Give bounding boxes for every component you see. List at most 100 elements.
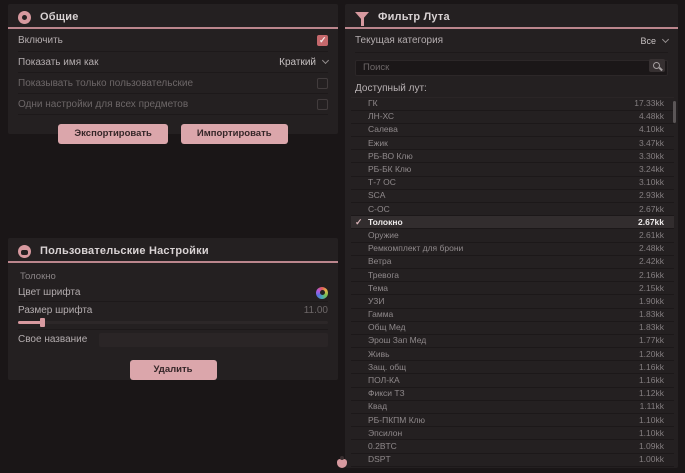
user-badge-icon [18, 245, 31, 258]
font-size-slider[interactable] [18, 319, 328, 327]
loot-item-name: Эрош Зап Мед [368, 334, 639, 347]
filter-panel-header: Фильтр Лута [345, 4, 678, 29]
loot-item-value: 2.48kk [639, 242, 664, 255]
loot-item-value: 4.10kk [639, 123, 664, 136]
loot-item-row[interactable]: Фикси ТЗ1.12kk [351, 388, 674, 401]
name-as-select[interactable]: Краткий [279, 57, 328, 68]
loot-item-row[interactable]: Эпсилон1.10kk [351, 427, 674, 440]
loot-item-row[interactable]: Эрош Зап Мед1.77kk [351, 335, 674, 348]
font-size-value: 11.00 [304, 305, 328, 316]
loot-item-row[interactable]: РБ-БК Клю3.24kk [351, 163, 674, 176]
scrollbar-thumb[interactable] [673, 101, 676, 123]
loot-item-row[interactable]: Защ. общ1.16kk [351, 361, 674, 374]
loot-item-row[interactable]: С-ОС2.67kk [351, 203, 674, 216]
loot-item-name: РБ-ВО Клю [368, 150, 639, 163]
loot-item-row[interactable]: Ремкомплект для брони2.48kk [351, 243, 674, 256]
same-for-all-checkbox[interactable] [317, 99, 328, 110]
loot-item-name: Ремкомплект для брони [368, 242, 639, 255]
selected-item-name: Толокно [20, 271, 326, 282]
loot-item-row[interactable]: DSPT1.00kk [351, 454, 674, 467]
loot-item-row[interactable]: Живь1.20kk [351, 348, 674, 361]
only-custom-checkbox[interactable] [317, 78, 328, 89]
category-select[interactable]: Все [640, 36, 668, 46]
loot-item-name: Толокно [368, 216, 638, 229]
loot-item-name: Живь [368, 348, 639, 361]
same-for-all-label: Одни настройки для всех предметов [18, 99, 188, 110]
loot-item-value: 17.33kk [634, 97, 664, 110]
color-wheel-icon[interactable] [316, 287, 328, 299]
loot-item-row[interactable]: Салева4.10kk [351, 124, 674, 137]
loot-item-row[interactable]: ПОЛ-КА1.16kk [351, 374, 674, 387]
filter-panel-title: Фильтр Лута [378, 11, 450, 23]
loot-item-row[interactable]: SCA2.93kk [351, 190, 674, 203]
loot-item-value: 1.11kk [640, 400, 664, 413]
name-as-row: Показать имя как Краткий [18, 52, 328, 73]
loot-item-row[interactable]: Тема2.15kk [351, 282, 674, 295]
loot-item-value: 1.12kk [639, 387, 664, 400]
general-panel-header: Общие [8, 4, 338, 29]
loot-item-name: Квад [368, 400, 640, 413]
import-button[interactable]: Импортировать [181, 124, 288, 144]
only-custom-row: Показывать только пользовательские [18, 73, 328, 94]
loot-item-value: 1.20kk [639, 348, 664, 361]
loot-item-row[interactable]: РБ-ВО Клю3.30kk [351, 150, 674, 163]
loot-item-row[interactable]: Общ Мед1.83kk [351, 322, 674, 335]
loot-item-value: 2.16kk [639, 269, 664, 282]
category-row: Текущая категория Все [355, 29, 668, 53]
check-icon: ✓ [353, 216, 368, 229]
font-color-row: Цвет шрифта [18, 284, 328, 302]
loot-item-row[interactable]: Гамма1.83kk [351, 309, 674, 322]
loot-item-name: Общ Мед [368, 321, 639, 334]
search-input[interactable] [355, 60, 668, 76]
loot-item-row[interactable]: Тревога2.16kk [351, 269, 674, 282]
loot-item-row[interactable]: ЛН-ХС4.48kk [351, 111, 674, 124]
same-for-all-row: Одни настройки для всех предметов [18, 94, 328, 115]
loot-item-value: 3.24kk [639, 163, 664, 176]
enable-label: Включить [18, 35, 63, 46]
loot-item-name: SCA [368, 189, 639, 202]
loot-item-row[interactable]: ГК17.33kk [351, 98, 674, 111]
loot-item-name: Тема [368, 282, 639, 295]
loot-item-row[interactable]: Квад1.11kk [351, 401, 674, 414]
delete-button[interactable]: Удалить [130, 360, 217, 380]
enable-row: Включить [18, 29, 328, 52]
custom-panel-title: Пользовательские Настройки [40, 245, 209, 257]
loot-item-row[interactable]: Ветра2.42kk [351, 256, 674, 269]
general-settings-panel: Общие Включить Показать имя как Краткий … [8, 4, 338, 134]
export-button[interactable]: Экспортировать [58, 124, 167, 144]
category-value: Все [640, 36, 656, 46]
general-panel-title: Общие [40, 11, 79, 23]
enable-checkbox[interactable] [317, 35, 328, 46]
loot-item-row[interactable]: УЗИ1.90kk [351, 295, 674, 308]
loot-item-value: 1.10kk [639, 427, 664, 440]
loot-item-row[interactable]: Т-7 ОС3.10kk [351, 177, 674, 190]
custom-name-label: Свое название [18, 334, 87, 345]
loot-item-row[interactable]: 0.2BTC1.09kk [351, 440, 674, 453]
loot-item-name: Ветра [368, 255, 639, 268]
loot-item-row[interactable]: РБ-ПКПМ Клю1.10kk [351, 414, 674, 427]
loot-item-value: 2.61kk [639, 229, 664, 242]
loot-item-row[interactable]: Ежик3.47kk [351, 137, 674, 150]
loot-item-value: 1.16kk [639, 374, 664, 387]
custom-panel-header: Пользовательские Настройки [8, 238, 338, 263]
loot-item-value: 2.93kk [639, 189, 664, 202]
font-size-slider-thumb[interactable] [40, 318, 45, 327]
loot-item-value: 2.67kk [638, 216, 664, 229]
loot-item-value: 1.83kk [639, 308, 664, 321]
loot-item-row[interactable]: Оружие2.61kk [351, 229, 674, 242]
loot-item-name: Ежик [368, 137, 639, 150]
loot-item-value: 1.09kk [639, 440, 664, 453]
font-size-row: Размер шрифта 11.00 [18, 302, 328, 318]
loot-item-row[interactable]: ✓Толокно2.67kk [351, 216, 674, 229]
loot-item-value: 1.00kk [639, 453, 664, 466]
loot-item-name: Защ. общ [368, 361, 639, 374]
loot-item-name: 0.2BTC [368, 440, 639, 453]
gear-icon [18, 11, 31, 24]
custom-name-input[interactable] [99, 333, 328, 347]
loot-item-name: Салева [368, 123, 639, 136]
loot-item-name: УЗИ [368, 295, 639, 308]
search-icon[interactable] [649, 59, 665, 72]
loot-item-name: Тревога [368, 269, 639, 282]
loot-item-name: Эпсилон [368, 427, 639, 440]
loot-item-value: 2.42kk [639, 255, 664, 268]
